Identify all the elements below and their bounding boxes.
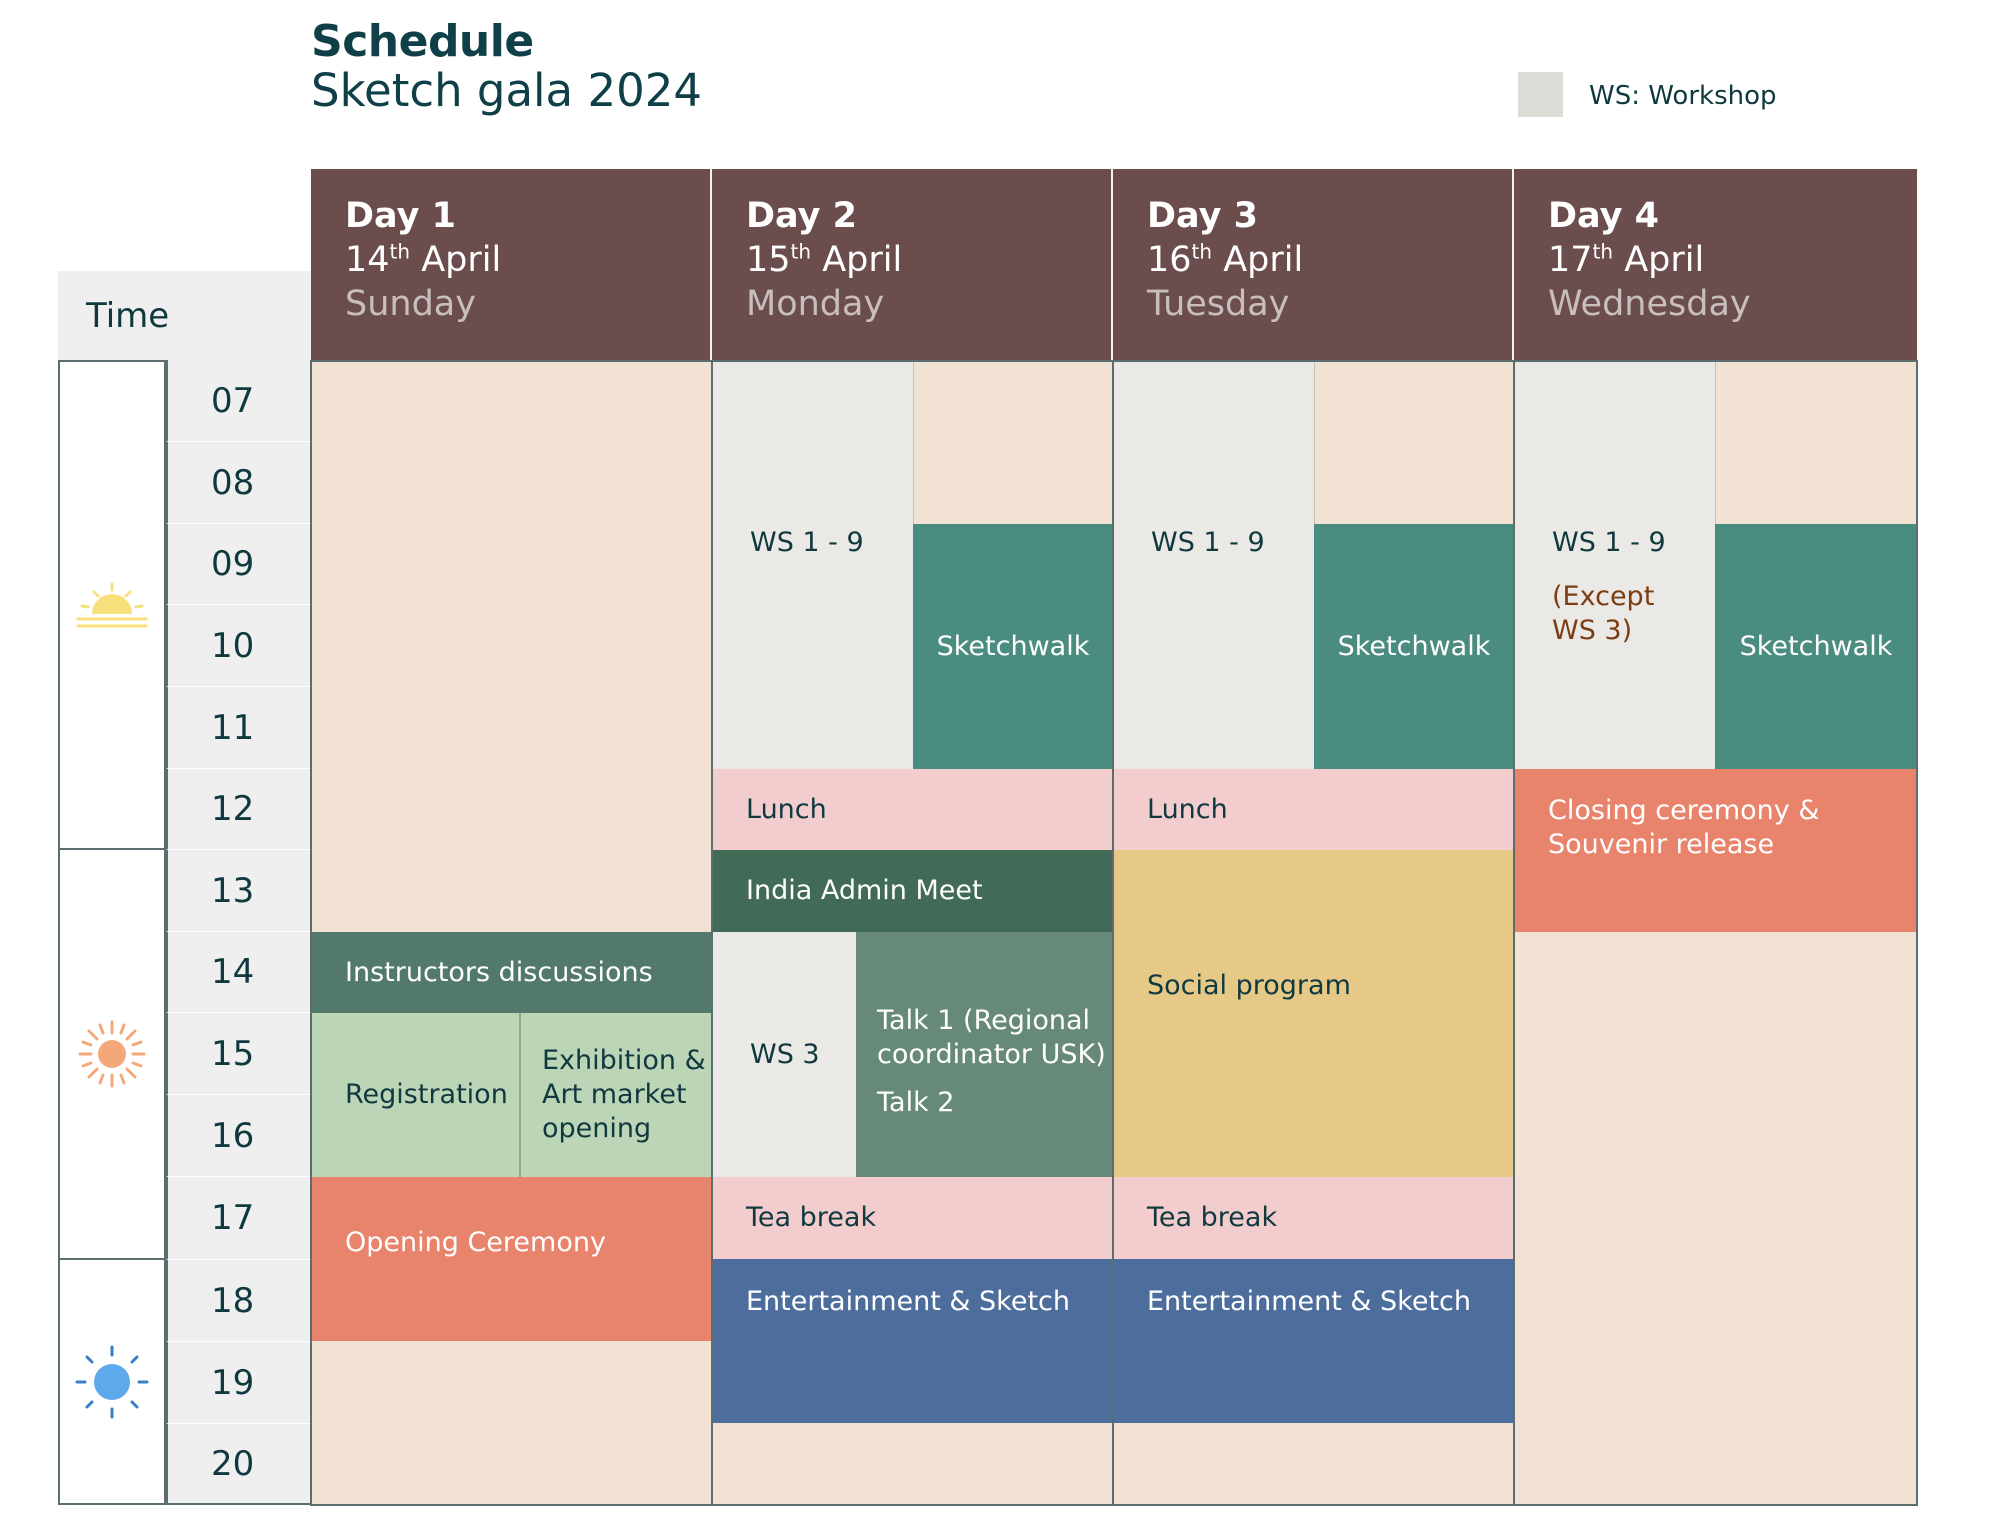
free-slot [1113,1423,1514,1505]
hour-cell: 09 [166,524,312,605]
legend-label: WS: Workshop [1589,81,1777,111]
free-slot [1314,360,1514,524]
free-slot [1514,932,1917,1505]
page-title: Schedule [311,16,534,67]
day-header-1: Day 1 14th April Sunday [311,169,712,360]
event-entertainment[interactable]: Entertainment & Sketch [712,1259,1113,1423]
event-exhibition[interactable]: Exhibition & Art market opening [521,1013,712,1177]
page-subtitle: Sketch gala 2024 [311,64,702,117]
hour-cell: 10 [166,605,312,687]
event-tea-break[interactable]: Tea break [712,1177,1113,1259]
event-lunch[interactable]: Lunch [1113,769,1514,850]
day-name: Day 2 [746,196,857,236]
free-slot [311,1341,712,1505]
free-slot [913,360,1113,524]
event-instructors-discussions[interactable]: Instructors discussions [311,932,712,1013]
day-weekday: Monday [746,283,885,324]
event-ws3[interactable]: WS 3 [712,932,856,1177]
day-header-2: Day 2 15th April Monday [712,169,1113,360]
day-date: 17th April [1548,239,1705,280]
day-name: Day 3 [1147,196,1258,236]
event-tea-break[interactable]: Tea break [1113,1177,1514,1259]
event-india-admin-meet[interactable]: India Admin Meet [712,850,1113,932]
event-closing-ceremony[interactable]: Closing ceremony & Souvenir release [1514,769,1917,932]
event-sketchwalk[interactable]: Sketchwalk [1715,524,1917,769]
time-column-header: Time [58,271,312,360]
legend-swatch [1518,72,1563,117]
hour-cell: 19 [166,1342,312,1424]
hour-cell: 12 [166,769,312,850]
event-opening-ceremony[interactable]: Opening Ceremony [311,1177,712,1341]
event-talks[interactable]: Talk 1 (Regional coordinator USK) Talk 2 [856,932,1113,1177]
talk-1: Talk 1 (Regional coordinator USK) [877,1005,1106,1070]
day-name: Day 1 [345,196,456,236]
event-workshops[interactable]: WS 1 - 9 [1113,360,1314,769]
hour-cell: 11 [166,687,312,769]
night-sun-icon [75,1345,149,1418]
hour-cell: 13 [166,850,312,932]
event-entertainment[interactable]: Entertainment & Sketch [1113,1259,1514,1423]
event-sketchwalk[interactable]: Sketchwalk [1314,524,1514,769]
workshops-note: (Except WS 3) [1552,580,1655,646]
hour-cell: 15 [166,1013,312,1095]
period-evening [58,1260,166,1505]
event-workshops[interactable]: WS 1 - 9 [712,360,913,769]
event-workshops[interactable]: WS 1 - 9 (Except WS 3) [1514,360,1715,769]
hour-cell: 16 [166,1095,312,1177]
talk-2: Talk 2 [877,1086,955,1118]
hour-cell: 18 [166,1260,312,1342]
period-morning [58,360,166,850]
hour-cell: 07 [166,360,312,442]
free-slot [1715,360,1917,524]
event-lunch[interactable]: Lunch [712,769,1113,850]
sun-icon [78,1020,146,1088]
event-social-program[interactable]: Social program [1113,850,1514,1177]
period-afternoon [58,850,166,1260]
workshops-label: WS 1 - 9 [1552,527,1666,558]
day-weekday: Tuesday [1147,283,1290,324]
day-weekday: Sunday [345,283,476,324]
day-date: 14th April [345,239,502,280]
hour-cell: 20 [166,1424,312,1505]
day-header-4: Day 4 17th April Wednesday [1514,169,1917,360]
sunrise-icon [76,582,148,628]
hour-cell: 17 [166,1177,312,1260]
day-name: Day 4 [1548,196,1659,236]
free-slot [712,1423,1113,1505]
event-registration[interactable]: Registration [311,1013,521,1177]
day-header-3: Day 3 16th April Tuesday [1113,169,1514,360]
event-sketchwalk[interactable]: Sketchwalk [913,524,1113,769]
hour-cell: 14 [166,932,312,1013]
day-date: 15th April [746,239,903,280]
free-slot [311,360,712,932]
hour-cell: 08 [166,442,312,524]
day-weekday: Wednesday [1548,283,1751,324]
day-date: 16th April [1147,239,1304,280]
